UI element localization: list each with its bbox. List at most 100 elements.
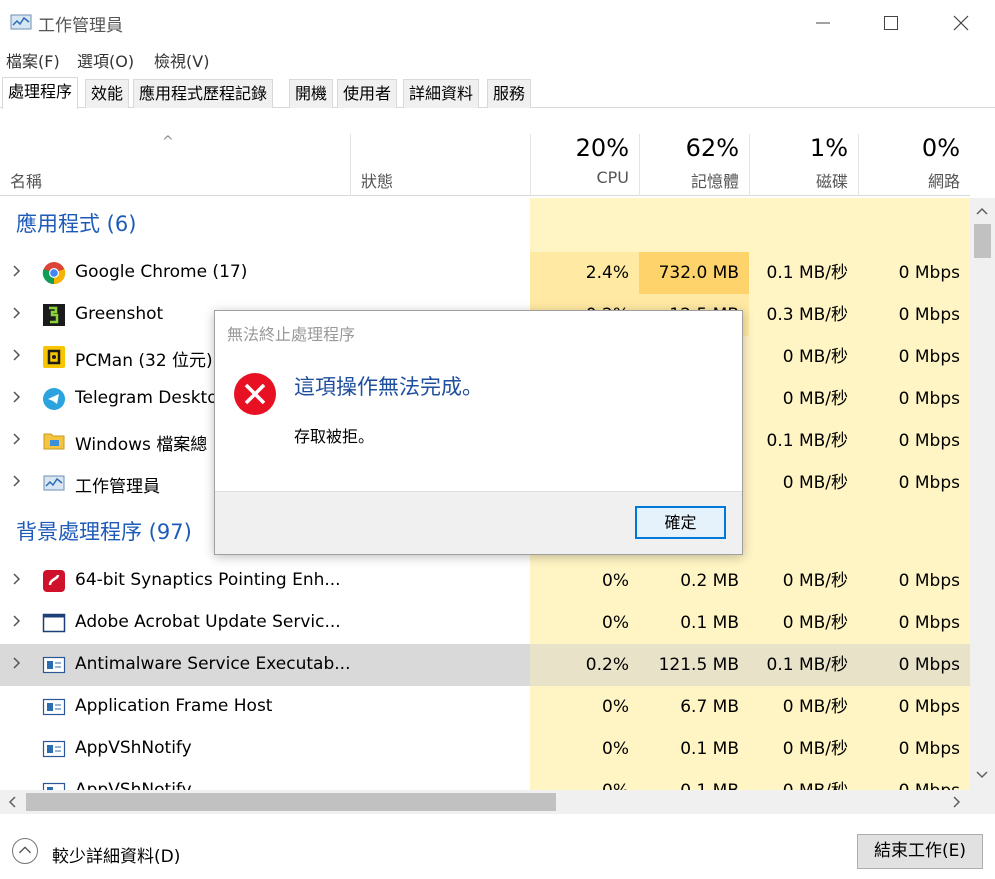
dialog-main-instruction: 這項操作無法完成。 (294, 375, 483, 399)
header-network[interactable]: 0% 網路 (858, 134, 970, 196)
header-cpu[interactable]: 20% CPU (530, 134, 639, 196)
header-disk[interactable]: 1% 磁碟 (749, 134, 858, 196)
disk-value: 0.3 MB/秒 (766, 305, 849, 325)
network-value: 0 Mbps (898, 305, 960, 325)
tab-users[interactable]: 使用者 (337, 79, 398, 108)
process-name: PCMan (32 位元) (75, 351, 213, 371)
service-app-icon (42, 656, 66, 674)
tab-startup[interactable]: 開機 (289, 79, 334, 108)
dialog-message: 存取被拒。 (294, 427, 375, 446)
process-name: 64-bit Synaptics Pointing Enh... (75, 570, 341, 590)
chevron-right-icon[interactable] (10, 572, 24, 586)
chevron-right-icon[interactable] (10, 432, 24, 446)
menu-options[interactable]: 選項(O) (77, 48, 134, 72)
scroll-left-icon[interactable] (7, 796, 17, 808)
scrollbar-corner (970, 790, 995, 814)
process-name: AppVShNotify (75, 780, 192, 790)
memory-value: 0.1 MB (680, 739, 739, 759)
network-value: 0 Mbps (898, 473, 960, 493)
menu-view[interactable]: 檢視(V) (154, 48, 209, 72)
window-app-icon (42, 613, 66, 633)
header-net-pct: 0% (921, 134, 960, 162)
table-row[interactable]: AppVShNotify 0% 0.1 MB 0 MB/秒 0 Mbps (0, 728, 970, 770)
disk-value: 0 MB/秒 (782, 571, 848, 591)
task-manager-icon (43, 475, 65, 491)
service-app-icon (42, 782, 66, 790)
chevron-right-icon[interactable] (10, 656, 24, 670)
synaptics-icon (43, 570, 65, 592)
chevron-right-icon[interactable] (10, 348, 24, 362)
network-value: 0 Mbps (898, 263, 960, 283)
scroll-right-icon[interactable] (952, 796, 962, 808)
scroll-up-icon[interactable] (976, 206, 988, 216)
network-value: 0 Mbps (898, 389, 960, 409)
group-header-apps[interactable]: 應用程式 (6) (0, 208, 970, 250)
error-dialog: 無法終止處理程序 這項操作無法完成。 存取被拒。 確定 (214, 310, 743, 555)
disk-value: 0.1 MB/秒 (766, 431, 849, 451)
chevron-right-icon[interactable] (10, 390, 24, 404)
dialog-button-bar: 確定 (215, 491, 742, 554)
close-button[interactable] (946, 8, 976, 38)
tab-services[interactable]: 服務 (487, 79, 532, 108)
disk-value: 0 MB/秒 (782, 613, 848, 633)
table-row[interactable]: Google Chrome (17) 2.4% 732.0 MB 0.1 MB/… (0, 252, 970, 294)
chevron-right-icon[interactable] (10, 264, 24, 278)
network-value: 0 Mbps (898, 571, 960, 591)
network-value: 0 Mbps (858, 644, 970, 686)
process-name: 工作管理員 (75, 477, 160, 497)
process-name: Antimalware Service Executab... (75, 654, 351, 674)
end-task-button[interactable]: 結束工作(E) (857, 834, 983, 869)
vertical-scroll-thumb[interactable] (974, 224, 991, 258)
table-row[interactable]: Application Frame Host 0% 6.7 MB 0 MB/秒 … (0, 686, 970, 728)
process-name: Greenshot (75, 304, 164, 324)
process-name: AppVShNotify (75, 738, 192, 758)
tab-app-history[interactable]: 應用程式歷程記錄 (133, 79, 274, 108)
scroll-down-icon[interactable] (976, 770, 988, 780)
chevron-right-icon[interactable] (10, 474, 24, 488)
horizontal-scrollbar[interactable] (0, 790, 970, 814)
greenshot-icon (43, 304, 65, 326)
menu-file[interactable]: 檔案(F) (6, 48, 60, 72)
table-row-selected[interactable]: Antimalware Service Executab... 0.2% 121… (0, 644, 970, 686)
header-name[interactable]: 名稱 (0, 134, 350, 196)
task-manager-icon (10, 14, 32, 30)
service-app-icon (42, 698, 66, 716)
table-row[interactable]: AppVShNotify 0% 0.1 MB 0 MB/秒 0 Mbps (0, 770, 970, 790)
horizontal-scroll-thumb[interactable] (26, 793, 556, 811)
disk-value: 0.1 MB/秒 (766, 263, 849, 283)
fewer-details-link[interactable]: 較少詳細資料(D) (52, 842, 180, 867)
chevron-up-circle-icon[interactable] (12, 838, 38, 864)
minimize-button[interactable] (808, 8, 838, 38)
memory-value: 121.5 MB (639, 644, 749, 686)
pcman-icon (43, 346, 65, 368)
cpu-value: 0% (602, 739, 629, 759)
column-header: ^ 名稱 狀態 20% CPU 62% 記憶體 1% 磁碟 0% 網路 (0, 134, 970, 196)
ok-button[interactable]: 確定 (635, 506, 726, 539)
maximize-button[interactable] (876, 8, 906, 38)
dialog-title: 無法終止處理程序 (227, 325, 356, 344)
table-row[interactable]: Adobe Acrobat Update Servic... 0% 0.1 MB… (0, 602, 970, 644)
chevron-right-icon[interactable] (10, 614, 24, 628)
cpu-value: 0% (602, 613, 629, 633)
memory-value: 732.0 MB (639, 252, 749, 294)
process-name: Adobe Acrobat Update Servic... (75, 612, 341, 632)
disk-value: 0 MB/秒 (782, 697, 848, 717)
disk-value: 0 MB/秒 (782, 473, 848, 493)
header-status[interactable]: 狀態 (350, 134, 530, 196)
cpu-value: 0.2% (530, 644, 639, 686)
process-name: Google Chrome (17) (75, 262, 248, 282)
tab-performance[interactable]: 效能 (85, 79, 130, 108)
tab-strip: 處理程序 效能 應用程式歷程記錄 開機 使用者 詳細資料 服務 (0, 77, 995, 109)
memory-value: 0.1 MB (639, 770, 749, 790)
header-memory[interactable]: 62% 記憶體 (639, 134, 749, 196)
chevron-right-icon[interactable] (10, 306, 24, 320)
tab-processes[interactable]: 處理程序 (2, 77, 79, 109)
error-icon (234, 373, 276, 415)
header-status-label: 狀態 (361, 172, 394, 191)
vertical-scrollbar[interactable] (970, 198, 995, 790)
process-name: Telegram Deskto (75, 388, 218, 408)
disk-value: 0 MB/秒 (782, 739, 848, 759)
header-mem-label: 記憶體 (690, 172, 739, 191)
tab-details[interactable]: 詳細資料 (403, 79, 480, 108)
table-row[interactable]: 64-bit Synaptics Pointing Enh... 0% 0.2 … (0, 560, 970, 602)
